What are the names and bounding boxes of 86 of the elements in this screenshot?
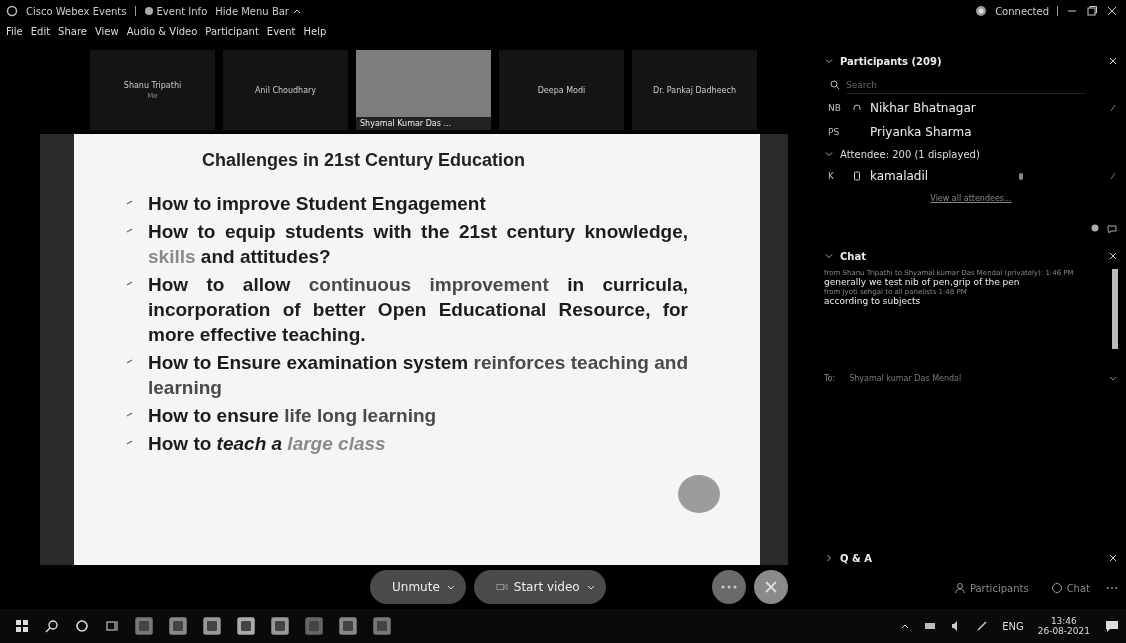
speech-bubble-icon[interactable] [1106,223,1118,235]
circle-shape [678,475,720,513]
chevron-icon[interactable] [824,56,834,66]
camera-icon [495,581,508,593]
app-icon[interactable] [270,616,290,636]
to-label: To: [824,373,836,383]
view-all-attendees-link[interactable]: View all attendees... [930,194,1012,203]
info-dot-icon [143,6,154,16]
panel-title: Participants (209) [840,55,942,67]
event-info-button[interactable]: Event Info [143,5,208,17]
close-icon[interactable] [1108,251,1118,261]
circle-icon[interactable] [74,618,90,634]
participant-tile[interactable]: Dr. Pankaj Dadheech [632,50,757,130]
close-icon[interactable] [1108,56,1118,66]
bullet-text: How to teach a large class [148,432,386,456]
avatar-initials: NB [828,103,842,113]
close-icon[interactable] [1106,5,1118,17]
search-icon[interactable] [44,618,60,634]
menu-item[interactable]: Audio & Video [126,25,198,37]
avatar-initials: PS [828,127,841,137]
bullet-text: How to allow continuous improvement in curricula, incorporation of better Open Educational Resource, for more effective teaching. [148,273,688,347]
bullet-text: How to improve Student Engagement [148,192,486,216]
headset-icon [852,103,862,113]
participant-tile[interactable]: Deepa Modi [499,50,624,130]
chevron-icon[interactable] [824,251,834,261]
avatar-initials: K [828,171,835,181]
speech-bubble-icon [1050,582,1063,594]
menu-item[interactable]: Event [266,25,296,37]
app-icon[interactable] [168,616,188,636]
chevron-icon[interactable] [824,553,834,563]
close-icon[interactable] [1108,553,1118,563]
notification-icon[interactable] [1104,618,1120,634]
person-icon [953,582,966,594]
participant-name[interactable]: Nikhar Bhatnagar [870,101,976,115]
language-indicator[interactable]: ENG [1002,620,1024,632]
pen-icon[interactable] [976,620,989,632]
app-icon[interactable] [236,616,256,636]
recipient-dropdown[interactable]: Shyamal kumar Das Mendal [849,373,962,383]
connection-status[interactable]: Connected [995,5,1049,17]
bullet-text: How to equip students with the 21st century knowledge, skills and attitudes? [148,220,688,269]
menu-item[interactable]: File [6,25,23,37]
unmute-button[interactable]: Unmute [370,570,466,604]
app-title: Cisco Webex Events [26,5,127,17]
menu-item[interactable]: Help [303,25,327,37]
app-icon[interactable] [372,616,392,636]
panel-title: Chat [840,250,866,262]
participant-name: Deepa Modi [537,85,586,95]
chevron-icon[interactable] [824,149,834,159]
app-logo-icon [6,5,18,17]
participants-button[interactable]: Participants [947,581,1035,595]
app-icon[interactable] [202,616,222,636]
leave-icon[interactable] [754,570,788,604]
bullet-text: How to ensure life long learning [148,404,437,428]
menu-item[interactable]: Participant [205,25,259,37]
panel-title: Q & A [840,552,872,564]
clock-date[interactable]: 26-08-2021 [1037,626,1090,636]
menu-item[interactable]: Edit [30,25,51,37]
message-text: generally we test nib of pen,grip of the pen [824,277,1021,287]
menu-item[interactable]: View [94,25,119,37]
search-field[interactable]: Search [846,76,1086,94]
menu-item[interactable]: Share [58,25,87,37]
app-icon[interactable] [134,616,154,636]
video-name-label: Shyamal Kumar Das ... [356,117,491,130]
participant-name: Shanu Tripathi [123,80,182,90]
chat-button[interactable]: Chat [1044,581,1096,595]
task-view-icon[interactable] [104,618,120,634]
message-text: according to subjects [824,296,922,306]
scrollbar[interactable] [1112,269,1118,349]
participant-name: Anil Choudhary [254,85,317,95]
phone-icon [852,171,862,181]
start-video-button[interactable]: Start video [473,570,606,604]
more-options-icon[interactable] [712,570,746,604]
search-icon [830,80,840,90]
participant-name[interactable]: kamaladil [870,169,929,183]
clock-time[interactable]: 13:46 [1050,616,1077,626]
windows-start-icon[interactable] [14,618,30,634]
restore-icon[interactable] [1086,5,1098,17]
group-title: Attendee: 200 (1 displayed) [840,148,980,160]
participant-name: Dr. Pankaj Dadheech [653,85,736,95]
hide-menu-bar-button[interactable]: Hide Menu Bar [215,5,302,17]
participant-tile[interactable]: Anil Choudhary [223,50,348,130]
slide-title: Challenges in 21st Century Education [201,150,527,171]
connection-icon [975,5,988,17]
participant-name[interactable]: Priyanka Sharma [870,125,972,139]
app-icon[interactable] [338,616,358,636]
settings-icon[interactable] [1090,223,1100,233]
